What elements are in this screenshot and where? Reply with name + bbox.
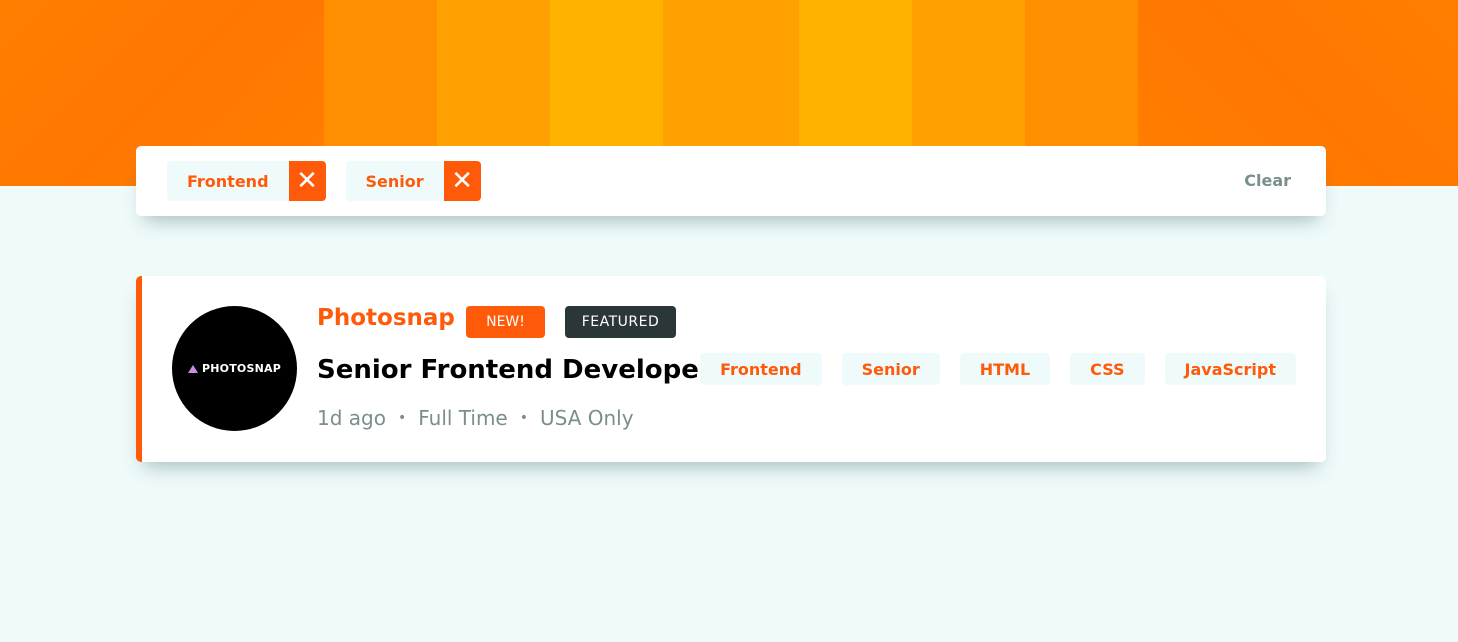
separator-dot: • (519, 410, 529, 426)
tag-javascript[interactable]: JavaScript (1164, 353, 1296, 385)
close-icon[interactable]: ✕ (288, 161, 326, 201)
close-icon[interactable]: ✕ (443, 161, 481, 201)
tag-frontend[interactable]: Frontend (700, 353, 822, 385)
new-badge: NEW! (466, 306, 545, 338)
tag-css[interactable]: CSS (1070, 353, 1145, 385)
logo-text: PHOTOSNAP (202, 362, 281, 375)
filter-chip-frontend: Frontend ✕ (167, 161, 326, 201)
triangle-icon (188, 364, 198, 373)
job-meta: 1d ago • Full Time • USA Only (317, 406, 634, 430)
tag-senior[interactable]: Senior (841, 353, 940, 385)
featured-badge: FEATURED (565, 306, 676, 338)
filter-chip-label: Frontend (167, 161, 289, 201)
job-card: PHOTOSNAP Photosnap NEW! FEATURED Senior… (136, 276, 1326, 462)
job-location: USA Only (540, 406, 634, 430)
tag-html[interactable]: HTML (959, 353, 1051, 385)
filter-chip-senior: Senior ✕ (345, 161, 481, 201)
company-logo: PHOTOSNAP (172, 306, 297, 431)
contract-type: Full Time (418, 406, 508, 430)
separator-dot: • (397, 410, 407, 426)
job-title[interactable]: Senior Frontend Developer (317, 355, 712, 385)
filter-chips: Frontend ✕ Senior ✕ (167, 161, 481, 201)
clear-filters-button[interactable]: Clear (1244, 171, 1291, 190)
company-name: Photosnap (317, 305, 455, 331)
job-tags: Frontend Senior HTML CSS JavaScript (700, 353, 1296, 385)
filter-chip-label: Senior (345, 161, 444, 201)
filter-bar: Frontend ✕ Senior ✕ Clear (136, 146, 1326, 216)
posted-at: 1d ago (317, 406, 386, 430)
